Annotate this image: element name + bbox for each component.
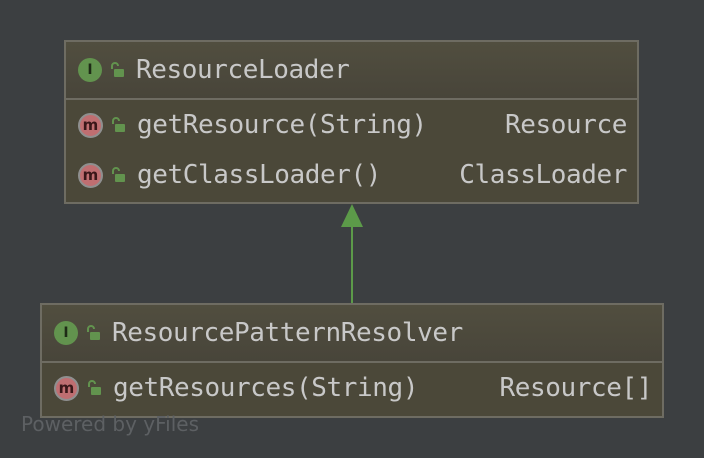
method-row[interactable]: m getResources(String) Resource[] xyxy=(42,363,662,413)
arrow-head xyxy=(341,204,363,227)
resourcepatternresolver-class-box[interactable]: I ResourcePatternResolver m getResources… xyxy=(40,303,664,418)
interface-icon: I xyxy=(54,321,78,345)
method-name: getResources(String) xyxy=(113,373,419,403)
return-type: Resource[] xyxy=(499,373,652,403)
resourcepatternresolver-header: I ResourcePatternResolver xyxy=(42,305,662,363)
method-icon: m xyxy=(54,375,79,401)
class-name: ResourcePatternResolver xyxy=(112,318,463,348)
public-lock-icon xyxy=(88,380,101,395)
yfiles-watermark: Powered by yFiles xyxy=(21,412,199,436)
public-lock-icon xyxy=(87,325,100,340)
